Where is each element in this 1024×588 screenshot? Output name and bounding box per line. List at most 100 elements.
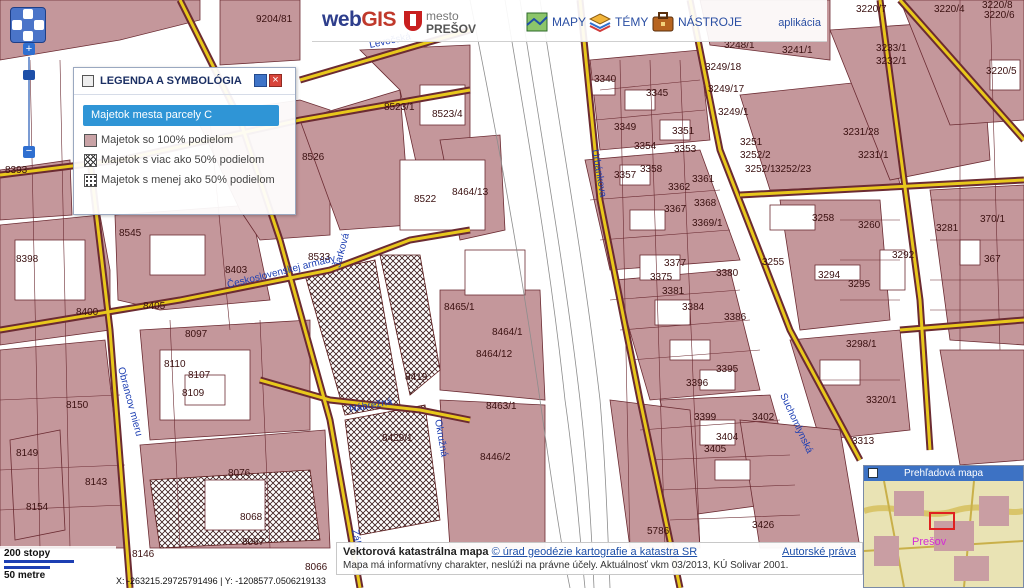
parcel-number: 8545: [119, 228, 142, 239]
parcel-number: 3361: [692, 174, 715, 185]
parcel-number: 8403: [225, 265, 248, 276]
parcel-number: 3377: [664, 258, 687, 269]
maps-label: MAPY: [552, 15, 587, 29]
parcel-number: 3358: [640, 164, 663, 175]
parcel-number: 3233/1: [876, 43, 907, 54]
parcel-number: 3281: [936, 223, 959, 234]
overview-map-panel: Prehľadová mapa Prešov: [863, 465, 1024, 588]
tools-button[interactable]: NÁSTROJE: [652, 10, 742, 34]
parcel-number: 8464/12: [476, 349, 513, 360]
pan-control[interactable]: [10, 7, 46, 47]
parcel-number: 8109: [182, 388, 205, 399]
parcel-number: 3320/1: [866, 395, 897, 406]
pan-right-icon[interactable]: [34, 20, 44, 30]
solid-swatch-icon: [84, 133, 97, 147]
parcel-number: 8464/13: [452, 187, 489, 198]
parcel-number: 3340: [594, 74, 617, 85]
parcel-number: 3241/1: [782, 45, 813, 56]
parcel-number: 3381: [662, 286, 685, 297]
parcel-number: 8097: [185, 329, 208, 340]
parcel-number: 3231/1: [858, 150, 889, 161]
parcel-number: 3249/17: [708, 84, 745, 95]
source-link[interactable]: © úrad geodézie kartografie a katastra S…: [492, 546, 698, 558]
app-link[interactable]: aplikácia: [778, 17, 821, 29]
parcel-number: 3405: [704, 444, 727, 455]
parcel-number: 8143: [85, 477, 108, 488]
overview-map[interactable]: Prešov: [864, 481, 1023, 587]
brand-logo[interactable]: webGIS: [322, 8, 397, 32]
pan-arrows-icon[interactable]: [10, 7, 46, 43]
dotted-swatch-icon: [84, 173, 97, 187]
parcel-number: 3252/23: [775, 164, 812, 175]
parcel-number: 8523/1: [384, 102, 415, 113]
parcel-number: 8523/4: [432, 109, 463, 120]
parcel-number: 3220/7: [856, 4, 887, 15]
parcel-number: 3368: [694, 198, 717, 209]
parcel-number: 3399: [694, 412, 717, 423]
parcel-number: 8429/1: [382, 433, 413, 444]
parcel-number: 3367: [664, 204, 687, 215]
parcel-number: 3251: [740, 137, 763, 148]
parcel-number: 3345: [646, 88, 669, 99]
info-note: Mapa má informatívny charakter, neslúži …: [343, 560, 789, 571]
parcel-number: 3404: [716, 432, 739, 443]
parcel-number: 8067: [242, 537, 265, 548]
legend-active-layer[interactable]: Majetok mesta parcely C: [83, 105, 279, 126]
legend-close-button[interactable]: ×: [269, 74, 282, 87]
overview-icon: [868, 468, 878, 478]
maps-button[interactable]: MAPY: [526, 10, 586, 34]
parcel-number: 3292: [892, 250, 915, 261]
zoom-in-button[interactable]: +: [23, 43, 35, 55]
parcel-number: 3402: [752, 412, 775, 423]
themes-button[interactable]: TÉMY: [589, 10, 648, 34]
parcel-number: 8398: [16, 254, 39, 265]
parcel-number: 3231/28: [843, 127, 880, 138]
parcel-number: 3426: [752, 520, 775, 531]
legend-minimize-button[interactable]: [254, 74, 267, 87]
city-crest-icon: [404, 11, 422, 31]
copyright-link[interactable]: Autorské práva: [782, 546, 856, 558]
zoom-out-button[interactable]: −: [23, 146, 35, 158]
overview-city-label: Prešov: [912, 536, 947, 548]
parcel-number: 370/1: [980, 214, 1005, 225]
legend-item-label: Majetok so 100% podielom: [101, 134, 234, 146]
parcel-number: 3252/2: [740, 150, 771, 161]
parcel-number: 3220/5: [986, 66, 1017, 77]
parcel-number: 3255: [762, 257, 785, 268]
parcel-number: 8068: [240, 512, 263, 523]
parcel-number: 367: [984, 254, 1001, 265]
pan-left-icon[interactable]: [12, 20, 22, 30]
zoom-slider-thumb[interactable]: [23, 70, 35, 80]
pan-up-icon[interactable]: [23, 9, 33, 19]
parcel-number: 8465/1: [444, 302, 475, 313]
parcel-number: 3395: [716, 364, 739, 375]
parcel-number: 3362: [668, 182, 691, 193]
parcel-number: 3386: [724, 312, 747, 323]
pan-down-icon[interactable]: [23, 31, 33, 41]
info-line: Vektorová katastrálna mapa © úrad geodéz…: [343, 546, 697, 558]
top-toolbar: webGIS mesto PREŠOV MAPY TÉMY NÁSTROJE a…: [312, 0, 827, 42]
parcel-number: 8150: [66, 400, 89, 411]
themes-label: TÉMY: [615, 15, 649, 29]
legend-panel: LEGENDA A SYMBOLÓGIA × Majetok mesta par…: [73, 67, 296, 215]
crosshatch-swatch-icon: [84, 153, 97, 167]
parcel-number: 8076: [228, 468, 251, 479]
overview-title: Prehľadová mapa: [864, 466, 1023, 481]
parcel-number: 8154: [26, 502, 49, 513]
scale-bar-line: [4, 566, 50, 569]
legend-item: Majetok s menej ako 50% podielom: [74, 170, 295, 190]
parcel-number: 8464/1: [492, 327, 523, 338]
layers-icon: [589, 13, 611, 33]
scale-top-label: 200 stopy: [4, 548, 51, 559]
city-label-name: PREŠOV: [426, 22, 477, 36]
legend-item: Majetok s viac ako 50% podielom: [74, 150, 295, 170]
parcel-number: 8522: [414, 194, 437, 205]
parcel-number: 3258: [812, 213, 835, 224]
cursor-coordinates: X: -263215.29725791496 | Y: -1208577.050…: [116, 576, 326, 586]
map-icon: [526, 12, 548, 32]
parcel-number: 3220/6: [984, 10, 1015, 21]
brand-gis: GIS: [361, 8, 397, 31]
parcel-number: 3294: [818, 270, 841, 281]
parcel-number: 8526: [302, 152, 325, 163]
parcel-number: 8533: [308, 252, 331, 263]
